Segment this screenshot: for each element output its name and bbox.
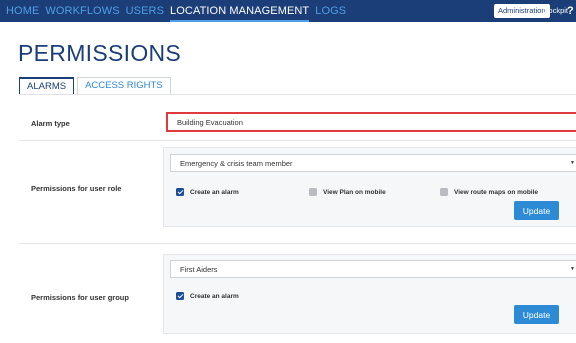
create-alarm-checkbox[interactable]: Create an alarm [176, 188, 239, 196]
tab-alarms[interactable]: ALARMS [19, 77, 75, 95]
user-group-select[interactable]: First Aiders ▼ [170, 260, 576, 278]
alarm-type-select[interactable]: Building Evacuation ▼ [166, 112, 576, 132]
checkbox-label: Create an alarm [190, 292, 239, 300]
nav-home[interactable]: HOME [6, 0, 39, 22]
user-role-label: Permissions for user role [31, 184, 122, 193]
nav-location-management[interactable]: LOCATION MANAGEMENT [170, 0, 310, 22]
tab-bar: ALARMS ACCESS RIGHTS [19, 77, 174, 95]
checkbox-label: Create an alarm [190, 188, 239, 196]
user-group-value: First Aiders [180, 264, 218, 274]
user-role-row: Permissions for user role Emergency & cr… [19, 141, 576, 244]
nav-logs[interactable]: LOGS [315, 0, 346, 22]
nav-workflows[interactable]: WORKFLOWS [45, 0, 119, 22]
user-group-row: Permissions for user group First Aiders … [19, 244, 576, 343]
user-group-panel: First Aiders ▼ Create an alarm Update [163, 254, 576, 334]
update-group-button[interactable]: Update [514, 305, 559, 324]
user-group-label: Permissions for user group [31, 293, 129, 302]
page-title: PERMISSIONS [18, 40, 182, 66]
alarm-type-value: Building Evacuation [177, 117, 243, 127]
cockpit-link[interactable]: Cockpit [543, 4, 568, 18]
checkbox-unchecked-icon [309, 188, 317, 196]
nav-users[interactable]: USERS [126, 0, 164, 22]
tab-access-rights[interactable]: ACCESS RIGHTS [77, 77, 171, 95]
alarm-type-row: Alarm type Building Evacuation ▼ [19, 104, 576, 141]
chevron-down-icon: ▼ [570, 160, 575, 166]
view-plan-mobile-checkbox[interactable]: View Plan on mobile [309, 188, 386, 196]
checkbox-label: View route maps on mobile [454, 188, 539, 196]
administration-button[interactable]: Administration [494, 4, 550, 18]
user-role-value: Emergency & crisis team member [180, 158, 293, 168]
checkbox-checked-icon [176, 292, 184, 300]
chevron-down-icon: ▼ [570, 266, 575, 272]
top-navigation-bar: HOME WORKFLOWS USERS LOCATION MANAGEMENT… [0, 0, 576, 22]
help-icon[interactable]: ? [567, 2, 574, 20]
create-alarm-checkbox[interactable]: Create an alarm [176, 292, 239, 300]
view-route-maps-checkbox[interactable]: View route maps on mobile [440, 188, 538, 196]
user-role-select[interactable]: Emergency & crisis team member ▼ [170, 154, 576, 172]
checkbox-checked-icon [176, 188, 184, 196]
tab-divider [19, 94, 576, 95]
checkbox-label: View Plan on mobile [323, 188, 386, 196]
user-role-panel: Emergency & crisis team member ▼ Create … [163, 147, 576, 227]
main-nav: HOME WORKFLOWS USERS LOCATION MANAGEMENT… [6, 0, 346, 22]
checkbox-unchecked-icon [440, 188, 448, 196]
alarm-type-label: Alarm type [31, 119, 70, 128]
update-role-button[interactable]: Update [514, 201, 559, 220]
